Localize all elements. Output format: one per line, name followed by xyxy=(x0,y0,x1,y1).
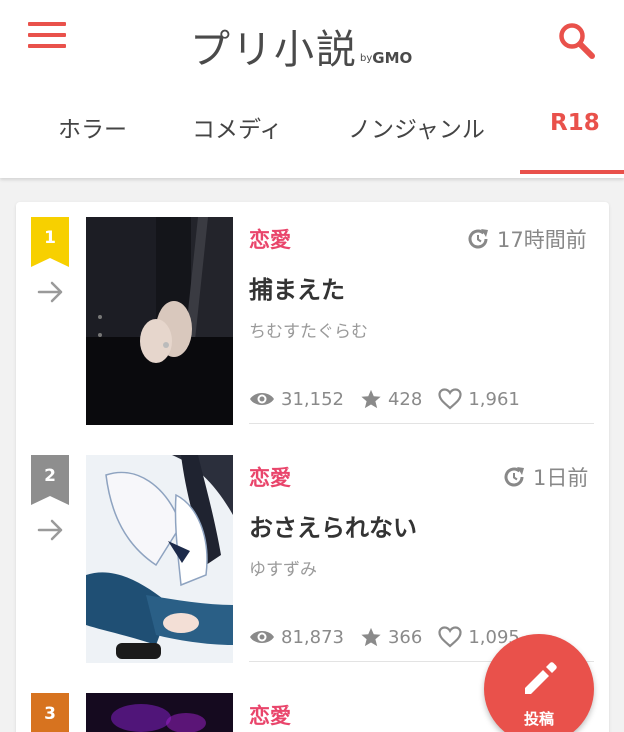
genre-label: 恋愛 xyxy=(249,228,291,252)
item-divider xyxy=(249,423,594,424)
author-name[interactable]: ちむすたぐらむ xyxy=(249,317,368,342)
story-title[interactable]: おさえられない xyxy=(249,508,417,543)
active-tab-indicator xyxy=(520,170,624,174)
updated-time-text: 17時間前 xyxy=(497,228,587,252)
view-count: 81,873 xyxy=(281,626,344,648)
genre-tabs: ホラー コメディ ノンジャンル R18 xyxy=(0,96,624,178)
star-icon xyxy=(361,627,381,647)
star-count: 428 xyxy=(387,388,423,410)
refresh-icon xyxy=(468,229,488,249)
star-icon xyxy=(361,389,381,409)
logo-gmo: GMO xyxy=(372,49,413,67)
genre-label: 恋愛 xyxy=(249,466,291,490)
heart-icon xyxy=(438,626,462,648)
heart-icon xyxy=(438,388,462,410)
story-thumbnail[interactable] xyxy=(86,455,233,663)
story-thumbnail[interactable] xyxy=(86,217,233,425)
app-logo[interactable]: プリ小説 by GMO xyxy=(190,14,412,70)
story-stats: 81,873 366 1,095 xyxy=(249,626,520,648)
arrow-right-icon[interactable] xyxy=(36,518,66,542)
eye-icon xyxy=(250,631,274,643)
logo-text: プリ小説 xyxy=(190,27,358,73)
author-name[interactable]: ゆすずみ xyxy=(249,555,317,580)
view-count: 31,152 xyxy=(281,388,344,410)
app-header: プリ小説 by GMO ホラー コメディ ノンジャンル R18 xyxy=(0,0,624,178)
eye-icon xyxy=(250,393,274,405)
rank-badge: 3 xyxy=(31,693,69,732)
tab-horror[interactable]: ホラー xyxy=(58,110,127,144)
tab-r18[interactable]: R18 xyxy=(550,110,600,136)
refresh-icon xyxy=(504,467,524,487)
like-count: 1,961 xyxy=(468,388,520,410)
logo-by: by xyxy=(360,53,373,64)
tab-nongenre[interactable]: ノンジャンル xyxy=(348,110,485,144)
updated-time: 1日前 xyxy=(501,462,588,492)
rank-badge: 1 xyxy=(31,217,69,267)
star-count: 366 xyxy=(387,626,423,648)
genre-label: 恋愛 xyxy=(249,704,291,728)
arrow-right-icon[interactable] xyxy=(36,280,66,304)
pencil-icon xyxy=(525,662,557,694)
story-title[interactable]: 捕まえた xyxy=(249,270,345,305)
hamburger-menu-icon[interactable] xyxy=(28,22,66,56)
updated-time-text: 1日前 xyxy=(533,466,589,490)
updated-time: 17時間前 xyxy=(465,224,587,254)
rank-badge: 2 xyxy=(31,455,69,505)
post-button-label: 投稿 xyxy=(523,710,554,728)
story-thumbnail[interactable] xyxy=(86,693,233,732)
tab-comedy[interactable]: コメディ xyxy=(192,110,282,144)
search-icon[interactable] xyxy=(556,20,598,62)
story-stats: 31,152 428 1,961 xyxy=(249,388,520,410)
